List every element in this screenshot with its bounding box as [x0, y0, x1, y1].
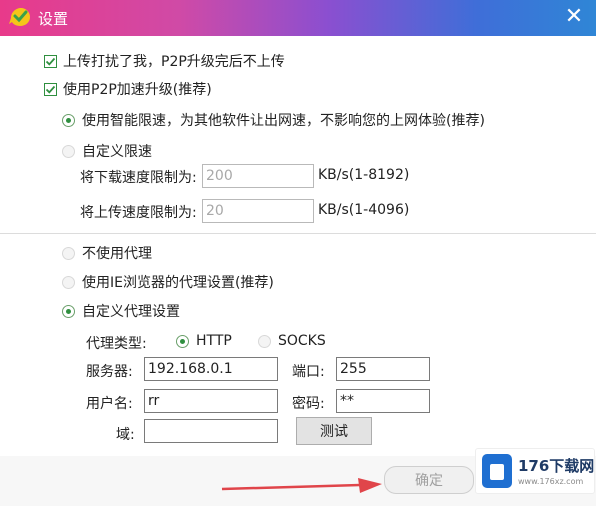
download-limit-unit: KB/s(1-8192) — [318, 167, 410, 183]
ie-proxy-label: 使用IE浏览器的代理设置(推荐) — [82, 275, 274, 291]
red-arrow-icon — [221, 478, 382, 493]
watermark-brand: 176下载网 — [518, 457, 595, 475]
radio-selected-icon[interactable] — [176, 334, 189, 348]
custom-proxy-label: 自定义代理设置 — [82, 304, 180, 320]
port-input[interactable]: 255 — [336, 357, 430, 381]
upload-limit-unit: KB/s(1-4096) — [318, 202, 410, 218]
watermark-logo-icon — [482, 454, 512, 488]
download-limit-input[interactable]: 200 — [202, 164, 314, 188]
radio-selected-icon[interactable] — [62, 304, 75, 318]
domain-label: 域: — [116, 427, 135, 443]
checkbox-checked-icon[interactable] — [44, 82, 57, 96]
title-bar: 设置 ✕ — [0, 0, 596, 36]
watermark-url: www.176xz.com — [518, 477, 584, 486]
upload-limit-label: 将上传速度限制为: — [80, 205, 197, 221]
password-input[interactable]: ** — [336, 389, 430, 413]
proxy-type-label: 代理类型: — [86, 336, 147, 352]
username-input[interactable]: rr — [144, 389, 278, 413]
upload-disturb-label: 上传打扰了我，P2P升级完后不上传 — [63, 54, 285, 70]
app-logo-icon — [9, 8, 30, 26]
upload-disturb-option[interactable]: 上传打扰了我，P2P升级完后不上传 — [44, 51, 285, 71]
section-divider — [0, 233, 596, 234]
radio-unselected-icon[interactable] — [258, 334, 271, 348]
ok-button[interactable]: 确定 — [384, 466, 474, 494]
server-input[interactable]: 192.168.0.1 — [144, 357, 278, 381]
proxy-type-socks-label: SOCKS — [278, 333, 326, 349]
upload-limit-input[interactable]: 20 — [202, 199, 314, 223]
radio-selected-icon[interactable] — [62, 113, 75, 127]
no-proxy-label: 不使用代理 — [82, 246, 152, 262]
proxy-type-http-label: HTTP — [196, 333, 232, 349]
p2p-accel-label: 使用P2P加速升级(推荐) — [63, 82, 212, 98]
radio-unselected-icon[interactable] — [62, 246, 75, 260]
username-label: 用户名: — [86, 396, 133, 412]
domain-input[interactable] — [144, 419, 278, 443]
radio-unselected-icon[interactable] — [62, 144, 75, 158]
password-label: 密码: — [292, 396, 325, 412]
p2p-accel-option[interactable]: 使用P2P加速升级(推荐) — [44, 79, 212, 99]
server-label: 服务器: — [86, 364, 133, 380]
no-proxy-option[interactable]: 不使用代理 — [62, 243, 152, 263]
close-icon[interactable]: ✕ — [562, 6, 586, 30]
port-label: 端口: — [292, 364, 325, 380]
radio-unselected-icon[interactable] — [62, 275, 75, 289]
custom-limit-option[interactable]: 自定义限速 — [62, 141, 152, 161]
smart-limit-option[interactable]: 使用智能限速，为其他软件让出网速，不影响您的上网体验(推荐) — [62, 110, 485, 130]
custom-limit-label: 自定义限速 — [82, 144, 152, 160]
proxy-type-socks[interactable]: SOCKS — [258, 333, 326, 349]
ie-proxy-option[interactable]: 使用IE浏览器的代理设置(推荐) — [62, 272, 274, 292]
checkbox-checked-icon[interactable] — [44, 54, 57, 68]
proxy-type-http[interactable]: HTTP — [176, 333, 232, 349]
site-watermark: 176下载网 www.176xz.com — [475, 448, 595, 494]
smart-limit-label: 使用智能限速，为其他软件让出网速，不影响您的上网体验(推荐) — [82, 113, 485, 129]
download-limit-label: 将下载速度限制为: — [80, 170, 197, 186]
custom-proxy-option[interactable]: 自定义代理设置 — [62, 301, 180, 321]
test-button[interactable]: 测试 — [296, 417, 372, 445]
window-title: 设置 — [38, 10, 69, 28]
